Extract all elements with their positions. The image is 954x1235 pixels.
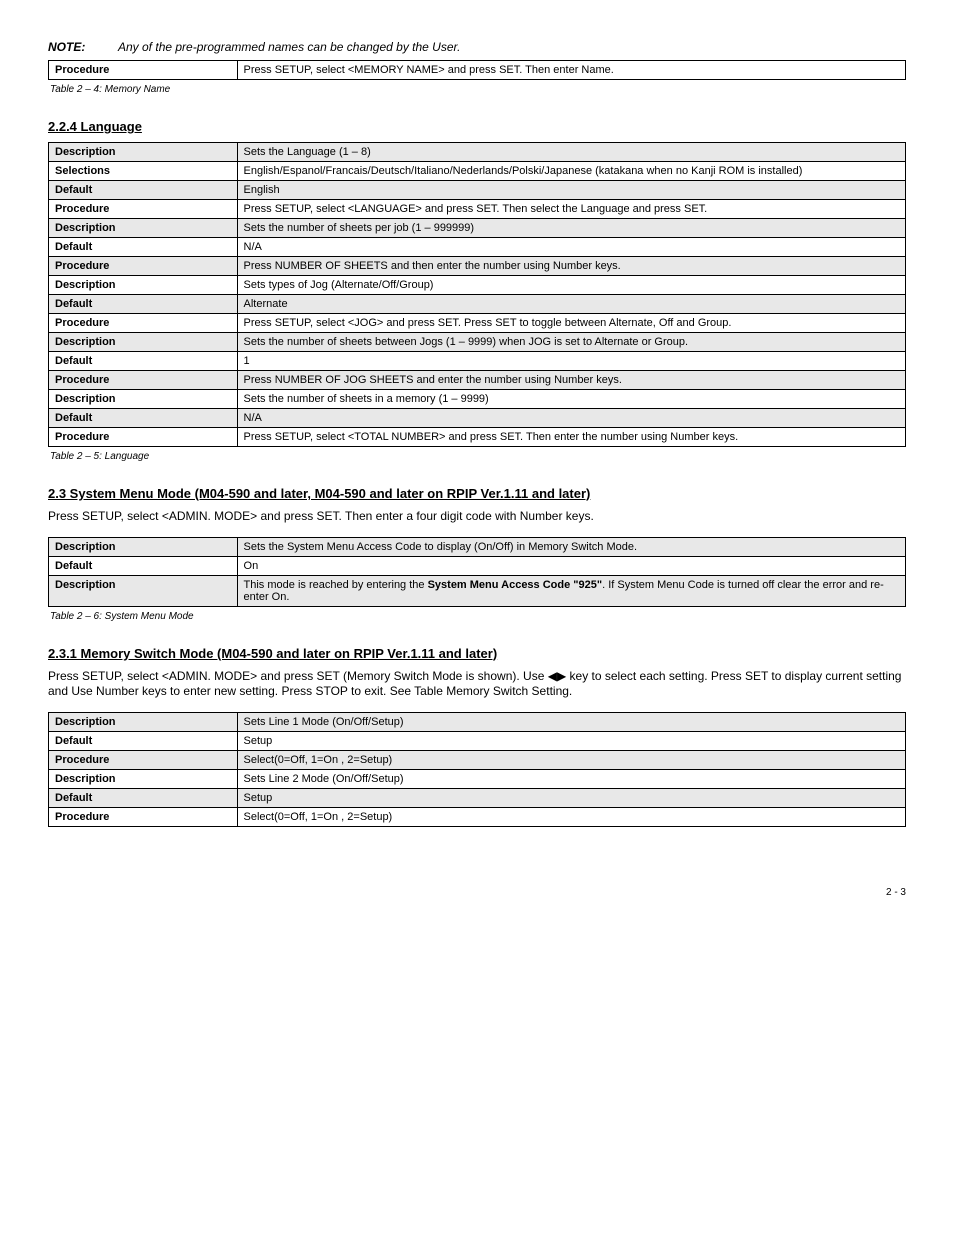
- table-caption: Table 2 – 6: System Menu Mode: [50, 611, 906, 622]
- cell-label: Selections: [49, 162, 238, 181]
- table-row: Procedure Press NUMBER OF SHEETS and the…: [49, 257, 906, 276]
- cell-label: Default: [49, 352, 238, 371]
- section-heading-system-menu: 2.3 System Menu Mode (M04-590 and later,…: [48, 486, 906, 501]
- cell-value: Sets Line 2 Mode (On/Off/Setup): [237, 769, 905, 788]
- table-row: Procedure Press NUMBER OF JOG SHEETS and…: [49, 371, 906, 390]
- cell-value: This mode is reached by entering the Sys…: [237, 575, 905, 606]
- cell-label: Description: [49, 143, 238, 162]
- table-row: Procedure Press SETUP, select <MEMORY NA…: [49, 61, 906, 80]
- table-row: Description Sets the System Menu Access …: [49, 537, 906, 556]
- cell-value: Setup: [237, 731, 905, 750]
- table-memory-switch: Description Sets Line 1 Mode (On/Off/Set…: [48, 712, 906, 827]
- section-para: Press SETUP, select <ADMIN. MODE> and pr…: [48, 669, 906, 700]
- cell-value: Sets the System Menu Access Code to disp…: [237, 537, 905, 556]
- table-row: Description Sets Line 1 Mode (On/Off/Set…: [49, 712, 906, 731]
- cell-value: N/A: [237, 409, 905, 428]
- cell-label: Procedure: [49, 61, 238, 80]
- cell-value: N/A: [237, 238, 905, 257]
- note-text: Any of the pre-programmed names can be c…: [118, 40, 906, 54]
- cell-value: Press NUMBER OF JOG SHEETS and enter the…: [237, 371, 905, 390]
- cell-label: Procedure: [49, 750, 238, 769]
- cell-value: Sets the number of sheets in a memory (1…: [237, 390, 905, 409]
- cell-label: Default: [49, 409, 238, 428]
- cell-label: Default: [49, 788, 238, 807]
- table-language: Description Sets the Language (1 – 8) Se…: [48, 142, 906, 447]
- cell-value: Select(0=Off, 1=On , 2=Setup): [237, 807, 905, 826]
- cell-value: Select(0=Off, 1=On , 2=Setup): [237, 750, 905, 769]
- cell-label: Description: [49, 219, 238, 238]
- table-caption: Table 2 – 5: Language: [50, 451, 906, 462]
- cell-label: Description: [49, 333, 238, 352]
- cell-value: English: [237, 181, 905, 200]
- cell-label: Procedure: [49, 314, 238, 333]
- section-heading-memory-switch: 2.3.1 Memory Switch Mode (M04-590 and la…: [48, 646, 906, 661]
- table-row: Procedure Select(0=Off, 1=On , 2=Setup): [49, 807, 906, 826]
- cell-label: Description: [49, 276, 238, 295]
- cell-value: Press SETUP, select <TOTAL NUMBER> and p…: [237, 428, 905, 447]
- table-row: Selections English/Espanol/Francais/Deut…: [49, 162, 906, 181]
- cell-label: Default: [49, 181, 238, 200]
- cell-value: Press SETUP, select <JOG> and press SET.…: [237, 314, 905, 333]
- table-row: Procedure Press SETUP, select <TOTAL NUM…: [49, 428, 906, 447]
- arrow-left-right-icon: ◀▶: [548, 669, 566, 683]
- table-row: Description Sets types of Jog (Alternate…: [49, 276, 906, 295]
- section-para: Press SETUP, select <ADMIN. MODE> and pr…: [48, 509, 906, 525]
- table-row: Default 1: [49, 352, 906, 371]
- table-row: Description This mode is reached by ente…: [49, 575, 906, 606]
- table-row: Default N/A: [49, 409, 906, 428]
- cell-label: Procedure: [49, 257, 238, 276]
- table-row: Default Alternate: [49, 295, 906, 314]
- cell-label: Default: [49, 556, 238, 575]
- table-row: Default English: [49, 181, 906, 200]
- section-heading-language: 2.2.4 Language: [48, 119, 906, 134]
- page-number: 2 - 3: [48, 887, 906, 898]
- cell-value: Press SETUP, select <MEMORY NAME> and pr…: [237, 61, 905, 80]
- cell-value: 1: [237, 352, 905, 371]
- cell-value: Sets Line 1 Mode (On/Off/Setup): [237, 712, 905, 731]
- table-row: Description Sets the Language (1 – 8): [49, 143, 906, 162]
- cell-label: Default: [49, 295, 238, 314]
- table-row: Default N/A: [49, 238, 906, 257]
- table-row: Procedure Press SETUP, select <LANGUAGE>…: [49, 200, 906, 219]
- cell-value: Press NUMBER OF SHEETS and then enter th…: [237, 257, 905, 276]
- cell-label: Description: [49, 537, 238, 556]
- cell-value: On: [237, 556, 905, 575]
- table-row: Description Sets Line 2 Mode (On/Off/Set…: [49, 769, 906, 788]
- cell-label: Description: [49, 712, 238, 731]
- cell-label: Default: [49, 238, 238, 257]
- cell-label: Procedure: [49, 200, 238, 219]
- table-row: Default On: [49, 556, 906, 575]
- cell-label: Description: [49, 769, 238, 788]
- cell-value: Alternate: [237, 295, 905, 314]
- table-row: Description Sets the number of sheets pe…: [49, 219, 906, 238]
- table-row: Default Setup: [49, 788, 906, 807]
- cell-value: Sets the number of sheets per job (1 – 9…: [237, 219, 905, 238]
- table-row: Description Sets the number of sheets be…: [49, 333, 906, 352]
- cell-label: Procedure: [49, 428, 238, 447]
- cell-label: Procedure: [49, 807, 238, 826]
- cell-value: Sets the Language (1 – 8): [237, 143, 905, 162]
- table-row: Description Sets the number of sheets in…: [49, 390, 906, 409]
- cell-value: Press SETUP, select <LANGUAGE> and press…: [237, 200, 905, 219]
- table-system-menu: Description Sets the System Menu Access …: [48, 537, 906, 607]
- cell-value: Sets types of Jog (Alternate/Off/Group): [237, 276, 905, 295]
- cell-value: Sets the number of sheets between Jogs (…: [237, 333, 905, 352]
- note-label: NOTE:: [48, 40, 118, 54]
- cell-label: Description: [49, 575, 238, 606]
- note-row: NOTE: Any of the pre-programmed names ca…: [48, 40, 906, 54]
- cell-value: English/Espanol/Francais/Deutsch/Italian…: [237, 162, 905, 181]
- table-caption: Table 2 – 4: Memory Name: [50, 84, 906, 95]
- cell-label: Default: [49, 731, 238, 750]
- table-memory-name: Procedure Press SETUP, select <MEMORY NA…: [48, 60, 906, 80]
- table-row: Procedure Press SETUP, select <JOG> and …: [49, 314, 906, 333]
- cell-label: Description: [49, 390, 238, 409]
- cell-value: Setup: [237, 788, 905, 807]
- table-row: Procedure Select(0=Off, 1=On , 2=Setup): [49, 750, 906, 769]
- cell-label: Procedure: [49, 371, 238, 390]
- table-row: Default Setup: [49, 731, 906, 750]
